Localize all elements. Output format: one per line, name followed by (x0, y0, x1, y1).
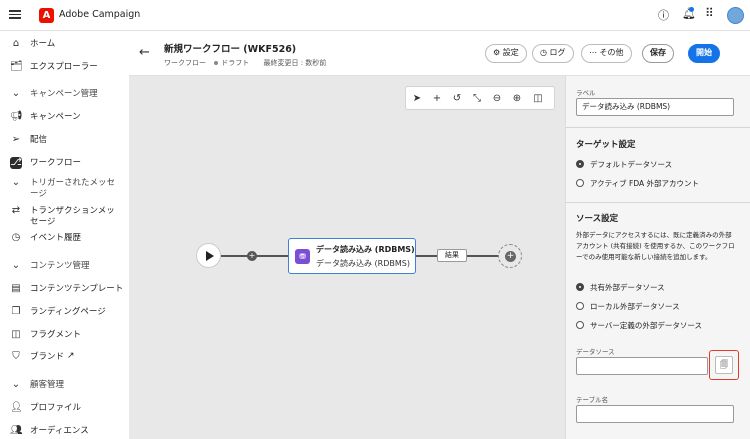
source-section-title: ソース設定 (576, 214, 619, 224)
more-icon: ⋯ (589, 48, 600, 57)
save-button[interactable]: 保存 (642, 44, 674, 63)
result-transition-label: 結果 (437, 249, 467, 262)
adobe-logo: A (39, 8, 54, 23)
activity-node-data-load[interactable]: ⛃ データ読み込み (RDBMS) データ読み込み (RDBMS) (288, 238, 416, 274)
megaphone-icon: 📢︎ (10, 111, 23, 122)
datasource-picker-icon[interactable]: 🗐︎ (715, 356, 733, 374)
radio-control (576, 179, 584, 187)
fragment-icon: ◫ (11, 329, 21, 340)
radio-control (576, 160, 584, 168)
status-dot (214, 61, 219, 65)
settings-icon: ⚙ (493, 48, 503, 57)
history-icon: ◷ (11, 232, 21, 243)
status-badge: ドラフト (214, 59, 255, 67)
notification-badge (689, 7, 694, 12)
add-activity-icon[interactable]: + (247, 251, 257, 261)
transaction-icon: ⇄ (11, 205, 21, 216)
divider (566, 202, 750, 203)
source-description: 外部データにアクセスするには、既に定義済みの外部アカウント (共有接続) を使用… (576, 231, 735, 261)
add-activity-icon[interactable]: + (505, 251, 516, 262)
chevron-down-icon: ⌄ (11, 88, 21, 99)
datasource-caption: データソース (576, 348, 615, 356)
brand-icon: ⛉ (12, 351, 20, 362)
label-caption: ラベル (576, 89, 596, 97)
hamburger-icon[interactable] (9, 8, 21, 20)
panel-toggle-icon[interactable]: ◫ (531, 92, 545, 106)
audience-icon: 👥︎ (10, 425, 23, 436)
settings-button[interactable]: ⚙ 設定 (485, 44, 527, 63)
app-title: Adobe Campaign (59, 9, 141, 20)
chevron-down-icon: ⌄ (11, 260, 21, 271)
pointer-icon[interactable]: ➤ (410, 92, 424, 106)
send-icon: ➢ (11, 134, 21, 145)
workflow-header: ← 新規ワークフロー (WKF526) ワークフロー ドラフト 最終変更日 : … (129, 31, 750, 76)
template-icon: ▤ (11, 283, 21, 294)
start-button[interactable]: 開始 (688, 44, 720, 63)
node-subtitle: データ読み込み (RDBMS) (316, 259, 410, 268)
node-title: データ読み込み (RDBMS) (316, 245, 415, 254)
start-node[interactable] (196, 243, 221, 268)
add-icon[interactable]: + (430, 92, 444, 106)
avatar[interactable] (727, 7, 744, 24)
help-icon[interactable]: ⓘ (658, 7, 669, 23)
apps-grid-icon[interactable]: ⠿ (705, 6, 714, 20)
canvas-toolbar: ➤ + ↺ ⤡ ⊖ ⊕ ◫ (405, 86, 555, 110)
folder-search-icon: 🗂︎ (10, 61, 23, 72)
table-caption: テーブル名 (576, 396, 609, 404)
more-button[interactable]: ⋯ その他 (581, 44, 632, 63)
top-bar: A Adobe Campaign ⓘ 🔔︎ ⠿ (0, 0, 750, 31)
back-arrow-icon[interactable]: ← (139, 45, 150, 60)
table-name-field[interactable] (576, 405, 734, 423)
data-load-icon: ⛃ (295, 249, 310, 264)
page-title: 新規ワークフロー (WKF526) (164, 44, 297, 55)
workflow-icon: ⎇ (10, 157, 22, 169)
log-button[interactable]: ◷ ログ (532, 44, 574, 63)
workflow-canvas[interactable]: ➤ + ↺ ⤡ ⊖ ⊕ ◫ + ⛃ データ読み込み (RDBMS) データ読み込… (129, 76, 565, 439)
home-icon: ⌂ (12, 38, 20, 49)
divider (566, 127, 750, 128)
radio-control (576, 302, 584, 310)
radio-control (576, 321, 584, 329)
open-external-icon: ↗ (67, 351, 75, 361)
chevron-down-icon: ⌄ (11, 177, 21, 188)
zoom-out-icon[interactable]: ⊖ (490, 92, 504, 106)
user-icon: 👤︎ (10, 402, 23, 413)
clock-icon: ◷ (540, 48, 550, 57)
datasource-picker-highlight: 🗐︎ (709, 350, 739, 380)
properties-panel: ラベル データ読み込み (RDBMS) ターゲット設定 デフォルトデータソース … (565, 76, 750, 439)
workflow-meta: ワークフロー ドラフト 最終変更日 : 数秒前 (164, 58, 332, 68)
meta-modified: 最終変更日 : 数秒前 (263, 59, 327, 67)
target-section-title: ターゲット設定 (576, 140, 636, 150)
zoom-in-icon[interactable]: ⊕ (510, 92, 524, 106)
collapse-icon[interactable]: ⤡ (470, 92, 484, 106)
branch-icon[interactable]: ↺ (450, 92, 464, 106)
radio-control (576, 283, 584, 291)
chevron-down-icon: ⌄ (11, 379, 21, 390)
datasource-field[interactable] (576, 357, 708, 375)
meta-type: ワークフロー (164, 59, 206, 67)
label-field[interactable]: データ読み込み (RDBMS) (576, 98, 734, 116)
landing-page-icon: ❐ (11, 306, 21, 317)
sidebar: ⌂ ホーム 🗂︎ エクスプローラー ⌄ キャンペーン管理 📢︎ キャンペーン ➢ 配信 ⎇… (0, 31, 129, 439)
